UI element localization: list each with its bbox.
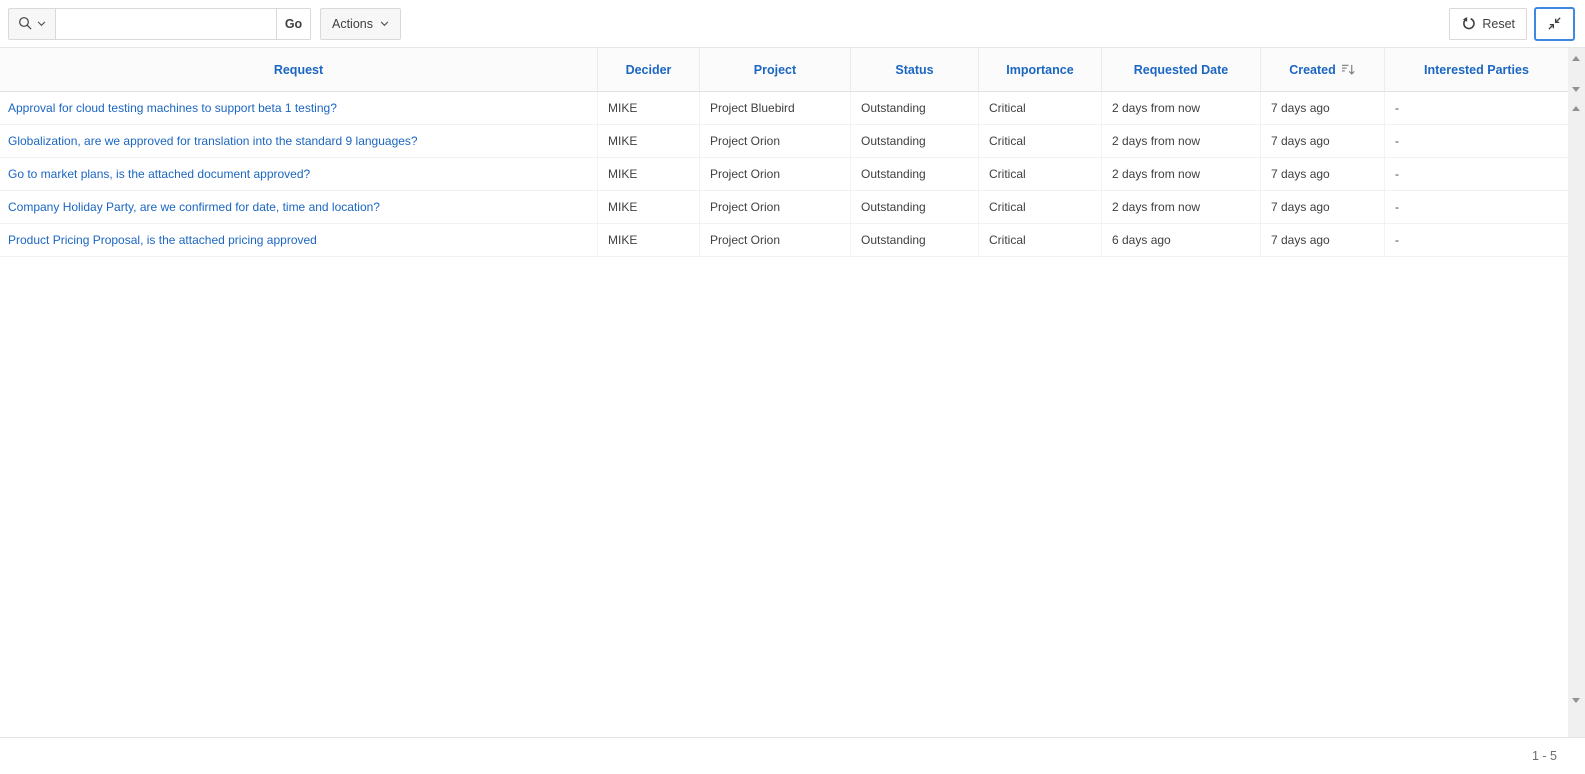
table-row: Product Pricing Proposal, is the attache… bbox=[0, 224, 1568, 257]
vertical-scrollbar[interactable] bbox=[1568, 48, 1585, 737]
cell-importance: Critical bbox=[979, 224, 1102, 256]
cell-interested-parties: - bbox=[1385, 158, 1568, 190]
cell-interested-parties: - bbox=[1385, 191, 1568, 223]
report-toolbar: Go Actions Reset bbox=[0, 0, 1585, 48]
scroll-up-icon[interactable] bbox=[1572, 106, 1580, 111]
chevron-down-icon bbox=[380, 21, 389, 27]
table-header-row: Request Decider Project Status Importanc… bbox=[0, 48, 1568, 92]
request-link[interactable]: Go to market plans, is the attached docu… bbox=[8, 167, 310, 181]
cell-requested-date: 2 days from now bbox=[1102, 191, 1261, 223]
cell-project: Project Orion bbox=[700, 158, 851, 190]
column-header-label: Project bbox=[754, 63, 796, 77]
reset-icon bbox=[1461, 16, 1476, 31]
scroll-up-icon[interactable] bbox=[1572, 56, 1580, 61]
cell-request: Globalization, are we approved for trans… bbox=[0, 125, 598, 157]
cell-created: 7 days ago bbox=[1261, 92, 1385, 124]
cell-created: 7 days ago bbox=[1261, 224, 1385, 256]
table-row: Go to market plans, is the attached docu… bbox=[0, 158, 1568, 191]
column-header-label: Decider bbox=[626, 63, 672, 77]
column-header-importance[interactable]: Importance bbox=[979, 48, 1102, 91]
cell-decider: MIKE bbox=[598, 191, 700, 223]
cell-decider: MIKE bbox=[598, 158, 700, 190]
cell-interested-parties: - bbox=[1385, 92, 1568, 124]
cell-decider: MIKE bbox=[598, 125, 700, 157]
request-link[interactable]: Product Pricing Proposal, is the attache… bbox=[8, 233, 317, 247]
actions-label: Actions bbox=[332, 17, 373, 31]
cell-request: Go to market plans, is the attached docu… bbox=[0, 158, 598, 190]
column-header-label: Status bbox=[895, 63, 933, 77]
cell-requested-date: 2 days from now bbox=[1102, 125, 1261, 157]
cell-importance: Critical bbox=[979, 158, 1102, 190]
actions-menu-button[interactable]: Actions bbox=[320, 8, 401, 40]
report-footer: 1 - 5 bbox=[0, 737, 1585, 774]
chevron-down-icon bbox=[37, 21, 46, 27]
cell-status: Outstanding bbox=[851, 125, 979, 157]
cell-interested-parties: - bbox=[1385, 224, 1568, 256]
reset-button[interactable]: Reset bbox=[1449, 8, 1527, 40]
sort-descending-icon bbox=[1341, 63, 1356, 76]
search-icon bbox=[18, 16, 33, 31]
cell-importance: Critical bbox=[979, 92, 1102, 124]
pagination-range: 1 - 5 bbox=[1532, 749, 1557, 763]
table-row: Company Holiday Party, are we confirmed … bbox=[0, 191, 1568, 224]
restore-report-size-button[interactable] bbox=[1534, 7, 1575, 41]
cell-requested-date: 2 days from now bbox=[1102, 92, 1261, 124]
column-header-requested-date[interactable]: Requested Date bbox=[1102, 48, 1261, 91]
collapse-icon bbox=[1546, 15, 1563, 32]
request-link[interactable]: Approval for cloud testing machines to s… bbox=[8, 101, 337, 115]
cell-status: Outstanding bbox=[851, 158, 979, 190]
cell-status: Outstanding bbox=[851, 224, 979, 256]
scroll-down-icon[interactable] bbox=[1572, 698, 1580, 703]
reset-label: Reset bbox=[1482, 17, 1515, 31]
cell-created: 7 days ago bbox=[1261, 158, 1385, 190]
column-header-label: Interested Parties bbox=[1424, 63, 1529, 77]
cell-request: Company Holiday Party, are we confirmed … bbox=[0, 191, 598, 223]
cell-decider: MIKE bbox=[598, 92, 700, 124]
scroll-down-icon[interactable] bbox=[1572, 87, 1580, 92]
cell-status: Outstanding bbox=[851, 92, 979, 124]
column-header-label: Requested Date bbox=[1134, 63, 1228, 77]
table-row: Globalization, are we approved for trans… bbox=[0, 125, 1568, 158]
cell-request: Product Pricing Proposal, is the attache… bbox=[0, 224, 598, 256]
column-header-status[interactable]: Status bbox=[851, 48, 979, 91]
column-header-decider[interactable]: Decider bbox=[598, 48, 700, 91]
cell-importance: Critical bbox=[979, 191, 1102, 223]
cell-project: Project Orion bbox=[700, 191, 851, 223]
column-header-request[interactable]: Request bbox=[0, 48, 598, 91]
go-button[interactable]: Go bbox=[276, 8, 311, 40]
search-input[interactable] bbox=[56, 8, 277, 40]
column-header-label: Created bbox=[1289, 63, 1336, 77]
cell-project: Project Orion bbox=[700, 224, 851, 256]
cell-requested-date: 2 days from now bbox=[1102, 158, 1261, 190]
cell-request: Approval for cloud testing machines to s… bbox=[0, 92, 598, 124]
search-options-button[interactable] bbox=[8, 8, 56, 40]
cell-decider: MIKE bbox=[598, 224, 700, 256]
cell-project: Project Bluebird bbox=[700, 92, 851, 124]
cell-status: Outstanding bbox=[851, 191, 979, 223]
cell-created: 7 days ago bbox=[1261, 191, 1385, 223]
column-header-label: Importance bbox=[1006, 63, 1073, 77]
cell-requested-date: 6 days ago bbox=[1102, 224, 1261, 256]
cell-interested-parties: - bbox=[1385, 125, 1568, 157]
cell-created: 7 days ago bbox=[1261, 125, 1385, 157]
column-header-created[interactable]: Created bbox=[1261, 48, 1385, 91]
column-header-label: Request bbox=[274, 63, 323, 77]
request-link[interactable]: Company Holiday Party, are we confirmed … bbox=[8, 200, 380, 214]
column-header-project[interactable]: Project bbox=[700, 48, 851, 91]
cell-project: Project Orion bbox=[700, 125, 851, 157]
table-row: Approval for cloud testing machines to s… bbox=[0, 92, 1568, 125]
column-header-interested-parties[interactable]: Interested Parties bbox=[1385, 48, 1568, 91]
cell-importance: Critical bbox=[979, 125, 1102, 157]
request-link[interactable]: Globalization, are we approved for trans… bbox=[8, 134, 418, 148]
table-body: Approval for cloud testing machines to s… bbox=[0, 92, 1568, 257]
